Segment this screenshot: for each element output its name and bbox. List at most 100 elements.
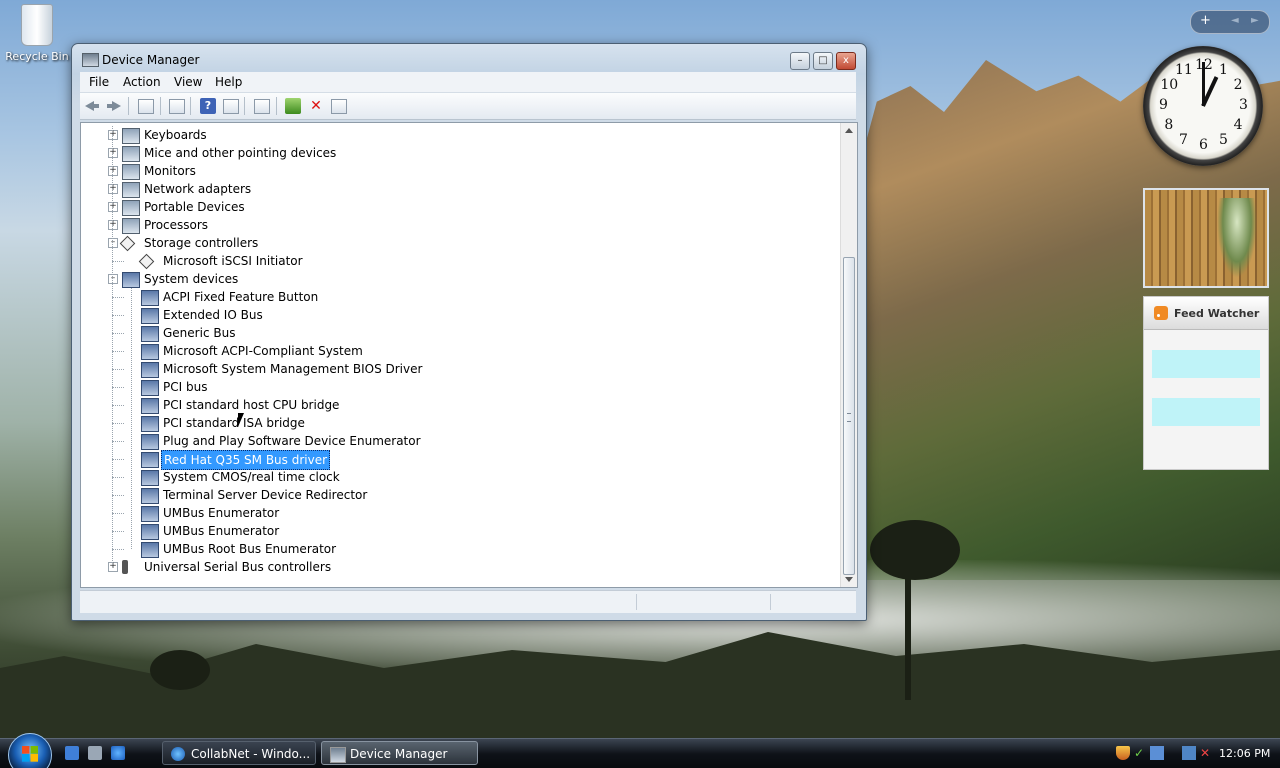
tree-item-label: System devices bbox=[144, 272, 239, 286]
device-icon bbox=[141, 506, 159, 522]
menu-file[interactable]: File bbox=[89, 75, 109, 89]
network-icon[interactable] bbox=[1182, 746, 1196, 760]
tree-item[interactable]: Terminal Server Device Redirector bbox=[81, 486, 841, 504]
tree-item[interactable]: PCI standard ISA bridge bbox=[81, 414, 841, 432]
device-icon bbox=[122, 200, 140, 216]
device-icon bbox=[141, 326, 159, 342]
mouse-cursor-icon bbox=[238, 413, 244, 427]
tree-item[interactable]: + Processors bbox=[81, 216, 841, 234]
tree-item[interactable]: + Network adapters bbox=[81, 180, 841, 198]
expand-icon[interactable]: + bbox=[108, 184, 118, 194]
start-button[interactable] bbox=[8, 733, 52, 768]
internet-explorer-icon[interactable] bbox=[111, 746, 125, 760]
tree-item[interactable]: UMBus Enumerator bbox=[81, 504, 841, 522]
device-icon bbox=[141, 434, 159, 450]
device-icon bbox=[122, 272, 140, 288]
feed-slot[interactable] bbox=[1152, 350, 1260, 378]
tree-item-label: Microsoft System Management BIOS Driver bbox=[163, 362, 423, 376]
feed-watcher-header: Feed Watcher bbox=[1144, 297, 1268, 330]
tree-item[interactable]: PCI standard host CPU bridge bbox=[81, 396, 841, 414]
expand-icon[interactable]: + bbox=[108, 220, 118, 230]
tree-item[interactable]: PCI bus bbox=[81, 378, 841, 396]
tree-item[interactable]: ACPI Fixed Feature Button bbox=[81, 288, 841, 306]
clock-number: 12 bbox=[1195, 57, 1213, 73]
tree-item[interactable]: Plug and Play Software Device Enumerator bbox=[81, 432, 841, 450]
tree-item[interactable]: + Portable Devices bbox=[81, 198, 841, 216]
show-desktop-icon[interactable] bbox=[65, 746, 79, 760]
checkmark-icon[interactable]: ✓ bbox=[1134, 746, 1148, 760]
feed-watcher-gadget[interactable]: Feed Watcher bbox=[1143, 296, 1269, 470]
tree-item[interactable]: Red Hat Q35 SM Bus driver bbox=[81, 450, 841, 470]
device-icon bbox=[141, 542, 159, 558]
minimize-button[interactable]: – bbox=[790, 52, 810, 70]
expand-icon[interactable]: + bbox=[108, 130, 118, 140]
collapse-icon[interactable]: – bbox=[108, 274, 118, 284]
tree-item[interactable]: UMBus Enumerator bbox=[81, 522, 841, 540]
grip-icon bbox=[847, 413, 851, 422]
tree-connector bbox=[112, 531, 124, 532]
feed-slot[interactable] bbox=[1152, 398, 1260, 426]
security-shield-icon[interactable] bbox=[1116, 746, 1130, 760]
volume-muted-icon[interactable]: ✕ bbox=[1200, 746, 1214, 760]
tree-item[interactable]: – Storage controllers bbox=[81, 234, 841, 252]
maximize-button[interactable]: □ bbox=[813, 52, 833, 70]
help-icon[interactable]: ? bbox=[200, 98, 216, 114]
tray-app-icon[interactable] bbox=[1150, 746, 1164, 760]
tree-item-label: PCI standard ISA bridge bbox=[163, 416, 305, 430]
clock-number: 7 bbox=[1179, 131, 1188, 148]
uninstall-icon[interactable]: ✕ bbox=[308, 98, 324, 114]
update-driver-icon[interactable] bbox=[285, 98, 301, 114]
tree-item[interactable]: + Universal Serial Bus controllers bbox=[81, 558, 841, 576]
prev-icon[interactable]: ◄ bbox=[1231, 15, 1239, 26]
collapse-icon[interactable]: – bbox=[108, 238, 118, 248]
taskbar-button-device-manager[interactable]: Device Manager bbox=[321, 741, 478, 765]
back-icon[interactable] bbox=[84, 98, 100, 114]
scroll-thumb[interactable] bbox=[843, 257, 855, 575]
tree-item[interactable]: System CMOS/real time clock bbox=[81, 468, 841, 486]
tree-item[interactable]: Microsoft iSCSI Initiator bbox=[81, 252, 841, 270]
device-icon bbox=[122, 164, 140, 180]
tree-item[interactable]: Microsoft ACPI-Compliant System bbox=[81, 342, 841, 360]
menu-view[interactable]: View bbox=[174, 75, 202, 89]
expand-icon[interactable]: + bbox=[108, 202, 118, 212]
tree-item[interactable]: Microsoft System Management BIOS Driver bbox=[81, 360, 841, 378]
tree-item[interactable]: + Mice and other pointing devices bbox=[81, 144, 841, 162]
clock-gadget[interactable]: 12 1 2 3 4 5 6 7 8 9 10 11 bbox=[1143, 46, 1263, 166]
disable-icon[interactable] bbox=[331, 99, 347, 114]
tree-item[interactable]: + Monitors bbox=[81, 162, 841, 180]
tree-item[interactable]: – System devices bbox=[81, 270, 841, 288]
clock-time[interactable]: 12:06 PM bbox=[1219, 747, 1270, 760]
scroll-down-icon[interactable] bbox=[845, 577, 853, 582]
expand-icon[interactable]: + bbox=[108, 166, 118, 176]
device-icon bbox=[122, 560, 128, 574]
properties-icon[interactable] bbox=[138, 99, 154, 114]
device-tree[interactable]: + Keyboards + Mice and other pointing devic… bbox=[80, 122, 858, 588]
tree-connector bbox=[112, 459, 124, 460]
tree-item[interactable]: + Keyboards bbox=[81, 126, 841, 144]
view-icon[interactable] bbox=[223, 99, 239, 114]
title-bar[interactable]: Device Manager – □ x bbox=[72, 44, 866, 74]
slideshow-gadget[interactable] bbox=[1143, 188, 1269, 288]
tree-item[interactable]: UMBus Root Bus Enumerator bbox=[81, 540, 841, 558]
scroll-up-icon[interactable] bbox=[845, 128, 853, 133]
scan-hardware-icon[interactable] bbox=[254, 99, 270, 114]
tree-item-label: UMBus Enumerator bbox=[163, 506, 280, 520]
menu-action[interactable]: Action bbox=[123, 75, 161, 89]
next-icon[interactable]: ► bbox=[1251, 15, 1259, 26]
add-gadget-icon[interactable]: + bbox=[1200, 13, 1211, 28]
show-hide-icon[interactable] bbox=[169, 99, 185, 114]
taskbar-button-collabnet[interactable]: CollabNet - Windo... bbox=[162, 741, 316, 765]
switch-windows-icon[interactable] bbox=[88, 746, 102, 760]
tree-item[interactable]: Generic Bus bbox=[81, 324, 841, 342]
vertical-scrollbar[interactable] bbox=[840, 123, 857, 587]
tree-item-label: UMBus Enumerator bbox=[163, 524, 280, 538]
recycle-bin[interactable]: Recycle Bin bbox=[4, 4, 70, 63]
tree-connector bbox=[112, 297, 124, 298]
menu-help[interactable]: Help bbox=[215, 75, 242, 89]
expand-icon[interactable]: + bbox=[108, 148, 118, 158]
device-icon bbox=[122, 146, 140, 162]
forward-icon[interactable] bbox=[106, 98, 122, 114]
expand-icon[interactable]: + bbox=[108, 562, 118, 572]
close-button[interactable]: x bbox=[836, 52, 856, 70]
tree-item[interactable]: Extended IO Bus bbox=[81, 306, 841, 324]
